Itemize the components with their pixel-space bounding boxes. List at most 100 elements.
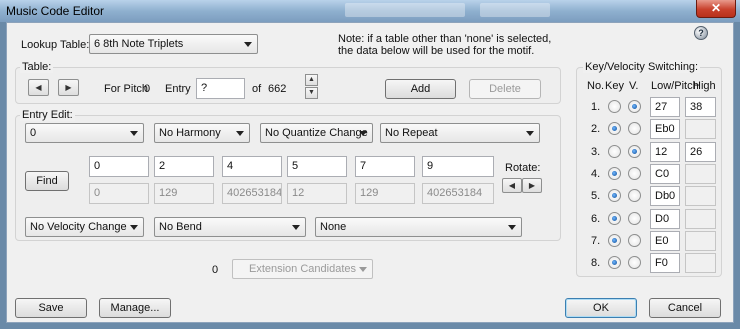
velocity-dropdown[interactable]: No Velocity Change [25, 217, 144, 237]
low-pitch-field[interactable]: 12 [650, 142, 680, 162]
help-icon[interactable]: ? [694, 26, 708, 40]
extension-candidates-dropdown[interactable]: Extension Candidates [232, 259, 373, 279]
derived-value-field: 402653184 [422, 183, 494, 204]
velocity-radio[interactable] [628, 145, 641, 158]
velocity-radio[interactable] [628, 100, 641, 113]
harmony-dropdown[interactable]: No Harmony [154, 123, 250, 143]
quantize-dropdown-value: No Quantize Change [265, 127, 368, 139]
high-field[interactable]: 26 [685, 142, 716, 162]
left-arrow-icon: ◀ [508, 181, 516, 190]
high-field[interactable] [685, 119, 716, 139]
high-field[interactable] [685, 253, 716, 273]
row-number: 2. [591, 123, 601, 135]
high-field[interactable] [685, 164, 716, 184]
velocity-radio[interactable] [628, 167, 641, 180]
entry-total: 662 [268, 83, 287, 95]
low-pitch-field[interactable]: C0 [650, 164, 680, 184]
velocity-radio[interactable] [628, 122, 641, 135]
chevron-down-icon [292, 225, 300, 230]
key-radio[interactable] [608, 234, 621, 247]
extension-count: 0 [212, 264, 219, 276]
row-number: 4. [591, 168, 601, 180]
low-pitch-field[interactable]: E0 [650, 231, 680, 251]
chevron-down-icon [508, 225, 516, 230]
velocity-radio[interactable] [628, 256, 641, 269]
prev-entry-button[interactable]: ◀ [28, 79, 49, 96]
table-group-label: Table: [20, 61, 54, 73]
low-pitch-field[interactable]: Db0 [650, 186, 680, 206]
key-velocity-label: Key/Velocity Switching: [583, 61, 701, 73]
high-field[interactable] [685, 186, 716, 206]
header-low: Low/Pitch [651, 80, 699, 92]
high-field[interactable]: 38 [685, 97, 716, 117]
low-pitch-field[interactable]: D0 [650, 209, 680, 229]
entry-edit-label: Entry Edit: [20, 109, 75, 121]
key-radio[interactable] [608, 122, 621, 135]
repeat-dropdown-value: No Repeat [385, 127, 438, 139]
right-arrow-icon: ▶ [528, 181, 536, 190]
delete-button[interactable]: Delete [469, 79, 541, 99]
note-value-field[interactable]: 0 [89, 156, 149, 177]
note-value-field[interactable]: 4 [222, 156, 282, 177]
background-window-ghost [345, 3, 465, 17]
lookup-table-label: Lookup Table: [21, 39, 90, 51]
repeat-dropdown[interactable]: No Repeat [380, 123, 540, 143]
key-radio[interactable] [608, 145, 621, 158]
key-radio[interactable] [608, 189, 621, 202]
dialog-body: Lookup Table: 6 8th Note Triplets Note: … [6, 22, 734, 323]
entry-field[interactable]: ? [196, 78, 245, 99]
entry-dropdown-value: 0 [30, 127, 37, 139]
manage-button[interactable]: Manage... [99, 298, 171, 318]
low-pitch-field[interactable]: F0 [650, 253, 680, 273]
next-entry-button[interactable]: ▶ [58, 79, 79, 96]
chevron-down-icon [359, 131, 367, 136]
velocity-radio[interactable] [628, 189, 641, 202]
extension-candidates-label: Extension Candidates [248, 263, 356, 275]
save-button[interactable]: Save [15, 298, 87, 318]
note-value-field[interactable]: 7 [355, 156, 415, 177]
low-pitch-field[interactable]: 27 [650, 97, 680, 117]
note-value-field[interactable]: 9 [422, 156, 494, 177]
bend-dropdown[interactable]: No Bend [154, 217, 306, 237]
row-number: 6. [591, 213, 601, 225]
harmony-dropdown-value: No Harmony [159, 127, 221, 139]
note-line-1: Note: if a table other than 'none' is se… [338, 33, 552, 45]
right-arrow-icon: ▶ [65, 83, 72, 92]
entry-spin-down[interactable]: ▼ [305, 87, 318, 99]
rotate-left-button[interactable]: ◀ [502, 178, 522, 193]
quantize-dropdown[interactable]: No Quantize Change [260, 123, 373, 143]
entry-spin-up[interactable]: ▲ [305, 74, 318, 86]
target-dropdown-value: None [320, 221, 347, 233]
entry-label: Entry [165, 83, 191, 95]
chevron-down-icon [130, 131, 138, 136]
key-radio[interactable] [608, 100, 621, 113]
velocity-radio[interactable] [628, 234, 641, 247]
add-button[interactable]: Add [385, 79, 456, 99]
key-radio[interactable] [608, 212, 621, 225]
cancel-button[interactable]: Cancel [649, 298, 721, 318]
note-value-field[interactable]: 2 [154, 156, 214, 177]
left-arrow-icon: ◀ [35, 83, 42, 92]
header-key: Key [605, 80, 624, 92]
header-high: High [693, 80, 716, 92]
high-field[interactable] [685, 231, 716, 251]
low-pitch-field[interactable]: Eb0 [650, 119, 680, 139]
row-number: 1. [591, 101, 601, 113]
close-button[interactable]: ✕ [696, 0, 736, 18]
high-field[interactable] [685, 209, 716, 229]
lookup-table-dropdown[interactable]: 6 8th Note Triplets [89, 34, 258, 54]
key-radio[interactable] [608, 167, 621, 180]
ok-button[interactable]: OK [565, 298, 637, 318]
key-radio[interactable] [608, 256, 621, 269]
entry-dropdown[interactable]: 0 [25, 123, 144, 143]
target-dropdown[interactable]: None [315, 217, 522, 237]
background-window-ghost [480, 3, 550, 17]
chevron-down-icon [359, 267, 367, 272]
velocity-radio[interactable] [628, 212, 641, 225]
derived-value-field: 129 [154, 183, 214, 204]
find-button[interactable]: Find [25, 171, 69, 191]
rotate-right-button[interactable]: ▶ [522, 178, 542, 193]
row-number: 5. [591, 190, 601, 202]
note-line-2: the data below will be used for the moti… [338, 45, 535, 57]
note-value-field[interactable]: 5 [287, 156, 347, 177]
